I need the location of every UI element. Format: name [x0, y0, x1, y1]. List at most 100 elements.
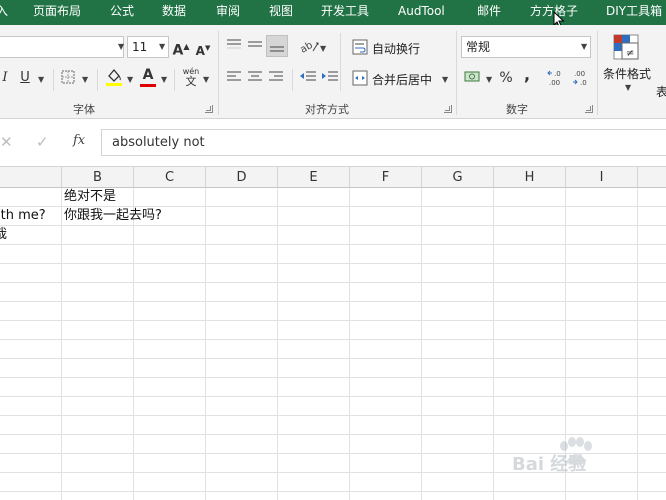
tab-formulas[interactable]: 公式 — [110, 0, 134, 25]
cell-a2[interactable]: ith me? — [0, 206, 46, 225]
decrease-font-size-icon[interactable]: A▼ — [194, 40, 212, 59]
cancel-icon[interactable]: ✕ — [0, 133, 13, 151]
fill-color-icon[interactable] — [105, 67, 123, 92]
gridline-horizontal — [0, 415, 666, 416]
gridline-horizontal — [0, 377, 666, 378]
wrap-text-icon[interactable] — [352, 39, 368, 55]
gridline-horizontal — [0, 244, 666, 245]
number-dialog-launcher-icon[interactable] — [585, 105, 593, 113]
align-right-icon[interactable] — [268, 70, 284, 84]
svg-text:.00: .00 — [574, 70, 585, 78]
decrease-indent-icon[interactable] — [299, 70, 317, 84]
column-header-f[interactable]: F — [350, 167, 422, 188]
cell-b1[interactable]: 绝对不是 — [64, 187, 116, 206]
gridline-horizontal — [0, 320, 666, 321]
ribbon: ▼ 11 ▼ A▲ A▼ I U ▼ ▼ ▼ A ▼ wén 文 ▼ 字体 ab… — [0, 25, 666, 119]
decrease-decimal-icon[interactable]: .00.0 — [572, 69, 592, 87]
increase-decimal-icon[interactable]: .0.00 — [547, 69, 567, 87]
column-header-g[interactable]: G — [422, 167, 494, 188]
watermark-text: Bai 经验 — [512, 454, 587, 475]
accounting-format-icon[interactable] — [464, 70, 482, 84]
font-color-dropdown-icon[interactable]: ▼ — [161, 75, 167, 84]
merge-center-button[interactable]: 合并后居中 — [372, 71, 432, 88]
bottom-align-button[interactable] — [266, 35, 288, 57]
tab-insert-partial[interactable]: 入 — [0, 0, 8, 25]
tab-review[interactable]: 审阅 — [216, 0, 240, 25]
align-left-icon[interactable] — [226, 70, 242, 84]
svg-text:.0: .0 — [580, 79, 587, 87]
fill-color-dropdown-icon[interactable]: ▼ — [127, 75, 133, 84]
number-format-dropdown-icon[interactable]: ▼ — [581, 42, 587, 51]
top-align-icon[interactable] — [226, 38, 242, 52]
wrap-text-button[interactable]: 自动换行 — [372, 40, 420, 57]
font-dialog-launcher-icon[interactable] — [205, 105, 213, 113]
phonetic-dropdown-icon[interactable]: ▼ — [203, 75, 209, 84]
merge-dropdown-icon[interactable]: ▼ — [442, 75, 448, 84]
column-header-row: B C D E F G H I — [0, 167, 666, 188]
font-size-value: 11 — [132, 40, 148, 54]
cell-a3[interactable]: 哉 — [0, 225, 7, 244]
column-header-d[interactable]: D — [206, 167, 278, 188]
column-header-e[interactable]: E — [278, 167, 350, 188]
ribbon-divider — [292, 69, 293, 91]
middle-align-icon[interactable] — [247, 38, 263, 52]
column-header-b[interactable]: B — [62, 167, 134, 188]
formula-buttons: ✕ ✓ fx — [0, 131, 98, 155]
bottom-align-icon — [270, 46, 284, 52]
merge-center-icon[interactable] — [352, 70, 368, 86]
increase-indent-icon[interactable] — [321, 70, 339, 84]
tab-mail[interactable]: 邮件 — [477, 0, 501, 25]
ribbon-divider — [53, 69, 54, 91]
tab-audtool[interactable]: AudTool — [398, 0, 445, 25]
insert-function-icon[interactable]: fx — [73, 133, 85, 148]
column-header-i[interactable]: I — [566, 167, 638, 188]
tab-diy-toolbox[interactable]: DIY工具箱 — [606, 0, 662, 25]
accounting-dropdown-icon[interactable]: ▼ — [486, 75, 492, 84]
increase-font-size-icon[interactable]: A▲ — [172, 39, 190, 59]
underline-dropdown-icon[interactable]: ▼ — [38, 75, 44, 84]
underline-button[interactable]: U — [18, 70, 32, 86]
column-header-c[interactable]: C — [134, 167, 206, 188]
percent-style-button[interactable]: % — [498, 70, 514, 86]
enter-icon[interactable]: ✓ — [36, 133, 49, 151]
gridline-horizontal — [0, 396, 666, 397]
phonetic-guide-icon[interactable]: wén 文 — [181, 67, 201, 89]
tab-data[interactable]: 数据 — [162, 0, 186, 25]
number-group-label: 数字 — [506, 103, 528, 116]
number-format-box[interactable]: 常规 — [461, 36, 591, 58]
font-size-dropdown-icon[interactable]: ▼ — [159, 42, 165, 51]
italic-button[interactable]: I — [0, 70, 10, 86]
font-color-icon[interactable]: A — [139, 67, 157, 89]
column-header-h[interactable]: H — [494, 167, 566, 188]
tab-developer[interactable]: 开发工具 — [321, 0, 369, 25]
watermark: Bai 经验 — [512, 432, 632, 475]
font-name-dropdown-icon[interactable]: ▼ — [118, 42, 124, 51]
alignment-group-label: 对齐方式 — [305, 103, 349, 116]
conditional-formatting-dropdown-icon[interactable]: ▼ — [625, 83, 631, 92]
formula-input[interactable]: absolutely not — [101, 129, 666, 156]
svg-text:.0: .0 — [554, 70, 561, 78]
align-center-icon[interactable] — [247, 70, 263, 84]
cell-b2[interactable]: 你跟我一起去吗? — [64, 206, 162, 225]
group-separator — [218, 31, 219, 115]
border-dropdown-icon[interactable]: ▼ — [82, 75, 88, 84]
tab-page-layout[interactable]: 页面布局 — [33, 0, 81, 25]
excel-window: 入 页面布局 公式 数据 审阅 视图 开发工具 AudTool 邮件 方方格子 … — [0, 0, 666, 500]
orientation-dropdown-icon[interactable]: ▼ — [320, 44, 326, 53]
table-format-partial[interactable]: 表 — [656, 83, 666, 100]
gridline-horizontal — [0, 225, 666, 226]
column-header-a[interactable] — [0, 167, 62, 188]
alignment-dialog-launcher-icon[interactable] — [444, 105, 452, 113]
border-icon[interactable] — [60, 70, 76, 89]
gridline-horizontal — [0, 358, 666, 359]
font-name-box[interactable] — [0, 36, 124, 58]
conditional-formatting-button[interactable]: 条件格式 — [603, 65, 651, 82]
conditional-formatting-icon[interactable]: ≠ — [612, 33, 642, 63]
svg-text:≠: ≠ — [626, 48, 634, 59]
tab-view[interactable]: 视图 — [269, 0, 293, 25]
ribbon-divider — [97, 69, 98, 91]
orientation-icon[interactable]: ab — [299, 37, 321, 55]
gridline-horizontal — [0, 282, 666, 283]
worksheet-grid[interactable]: B C D E F G H I 绝对不是 ith me? 你跟我一起去吗? 哉 … — [0, 167, 666, 500]
comma-style-button[interactable]: , — [521, 67, 533, 83]
